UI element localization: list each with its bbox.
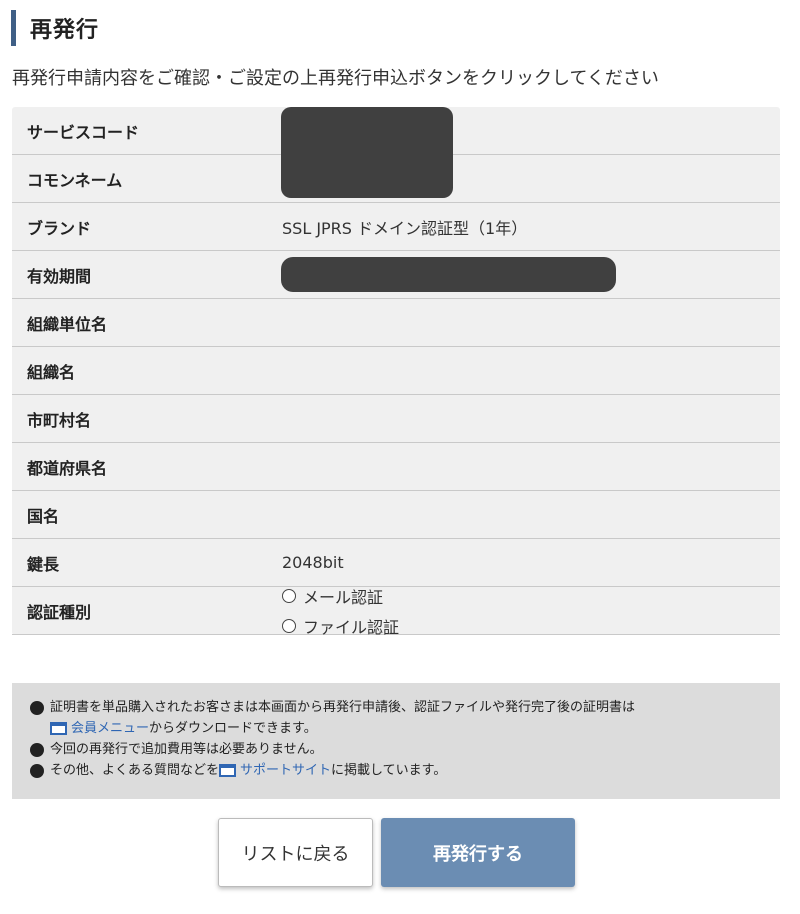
page-header: 再発行 <box>11 10 99 46</box>
row-value: メール認証 ファイル認証 <box>282 584 780 638</box>
window-icon <box>50 722 67 735</box>
radio-circle-icon[interactable] <box>282 588 296 603</box>
radio-label: ファイル認証 <box>303 617 400 637</box>
note-text: に掲載しています。 <box>331 763 447 778</box>
radio-email-auth[interactable]: メール認証 <box>282 584 780 608</box>
row-country: 国名 <box>12 491 780 539</box>
row-label: 組織名 <box>27 362 76 382</box>
note-text: からダウンロードできます。 <box>149 721 317 736</box>
row-prefecture: 都道府県名 <box>12 443 780 491</box>
row-label: 都道府県名 <box>27 458 108 478</box>
note-item-continuation: 会員メニュー からダウンロードできます。 <box>30 718 762 739</box>
row-org-unit: 組織単位名 <box>12 299 780 347</box>
note-text: 今回の再発行で追加費用等は必要ありません。 <box>50 742 323 757</box>
note-item: 今回の再発行で追加費用等は必要ありません。 <box>30 739 762 760</box>
row-value: SSL JPRS ドメイン認証型（1年） <box>282 218 528 238</box>
bullet-icon <box>30 764 44 778</box>
row-label: ブランド <box>27 218 92 238</box>
note-item: その他、よくある質問などを サポートサイト に掲載しています。 <box>30 760 762 781</box>
reissue-button[interactable]: 再発行する <box>381 818 575 887</box>
note-text: その他、よくある質問などを <box>50 763 220 778</box>
row-label: 国名 <box>27 506 60 526</box>
row-value: 2048bit <box>282 553 344 572</box>
row-label: 組織単位名 <box>27 314 108 334</box>
redacted-block <box>281 257 616 292</box>
header-accent-bar <box>11 10 16 46</box>
bullet-icon <box>30 701 44 715</box>
row-label: 市町村名 <box>27 410 92 430</box>
note-text: 証明書を単品購入されたお客さまは本画面から再発行申請後、認証ファイルや発行完了後… <box>50 700 636 715</box>
radio-label: メール認証 <box>303 587 384 607</box>
auth-type-radio-group: メール認証 ファイル認証 <box>282 584 780 638</box>
link-text: 会員メニュー <box>71 721 150 736</box>
member-menu-link[interactable]: 会員メニュー <box>50 718 149 739</box>
row-label: 鍵長 <box>27 554 60 574</box>
instruction-text: 再発行申請内容をご確認・ご設定の上再発行申込ボタンをクリックしてください <box>12 68 659 89</box>
row-label: コモンネーム <box>27 170 123 190</box>
redacted-block <box>281 107 453 198</box>
row-label: 有効期間 <box>27 266 92 286</box>
support-site-link[interactable]: サポートサイト <box>219 760 331 781</box>
row-key-length: 鍵長 2048bit <box>12 539 780 587</box>
link-text: サポートサイト <box>240 763 332 778</box>
detail-table: サービスコード コモンネーム ブランド SSL JPRS ドメイン認証型（1年）… <box>12 107 780 638</box>
row-city: 市町村名 <box>12 395 780 443</box>
row-auth-type: 認証種別 メール認証 ファイル認証 <box>12 584 780 638</box>
back-to-list-button[interactable]: リストに戻る <box>218 818 373 887</box>
page-title: 再発行 <box>30 18 100 43</box>
row-brand: ブランド SSL JPRS ドメイン認証型（1年） <box>12 203 780 251</box>
row-label: 認証種別 <box>27 602 92 622</box>
bullet-icon <box>30 743 44 757</box>
row-label: サービスコード <box>27 122 140 142</box>
notes-box: 証明書を単品購入されたお客さまは本画面から再発行申請後、認証ファイルや発行完了後… <box>12 683 780 799</box>
radio-file-auth[interactable]: ファイル認証 <box>282 614 780 638</box>
row-org-name: 組織名 <box>12 347 780 395</box>
note-item: 証明書を単品購入されたお客さまは本画面から再発行申請後、認証ファイルや発行完了後… <box>30 697 762 718</box>
radio-circle-icon[interactable] <box>282 618 296 633</box>
window-icon <box>219 764 237 777</box>
